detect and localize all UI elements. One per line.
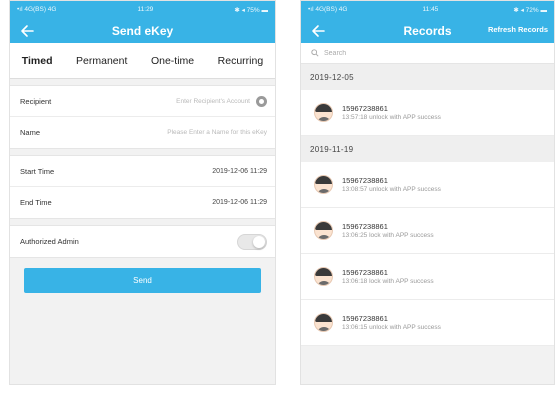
tab-permanent[interactable]: Permanent <box>76 55 127 67</box>
record-phone: 15967238861 <box>342 268 388 277</box>
send-ekey-header: •ıl 4G(BS) 4G 11:29 ✱ ◂ 75% ▬ Send eKey <box>10 1 275 43</box>
status-bar: •ıl 4G(BS) 4G 11:29 ✱ ◂ 75% ▬ <box>10 1 275 18</box>
start-time-row[interactable]: Start Time 2019-12-06 11:29 <box>10 156 275 187</box>
page-title: Send eKey <box>111 23 174 38</box>
status-battery: ✱ ◂ 72% ▬ <box>513 6 547 14</box>
back-arrow-icon[interactable] <box>310 23 326 39</box>
start-time-label: Start Time <box>20 166 55 176</box>
recipient-input[interactable] <box>110 97 250 105</box>
end-time-row[interactable]: End Time 2019-12-06 11:29 <box>10 187 275 218</box>
start-time-value[interactable]: 2019-12-06 11:29 <box>212 168 267 175</box>
record-text: 15967238861 13:57:18 unlock with APP suc… <box>342 104 441 121</box>
status-time: 11:29 <box>137 6 154 13</box>
record-text: 15967238861 13:06:18 lock with APP succe… <box>342 268 434 285</box>
name-input[interactable] <box>107 129 267 136</box>
status-carrier: •ıl 4G(BS) 4G <box>308 6 348 13</box>
record-detail: 13:06:25 lock with APP success <box>342 232 434 239</box>
avatar-shirt <box>317 281 331 285</box>
record-text: 15967238861 13:08:57 unlock with APP suc… <box>342 176 441 193</box>
nav-bar: Send eKey <box>10 18 275 43</box>
time-group: Start Time 2019-12-06 11:29 End Time 201… <box>10 155 275 219</box>
toggle-knob <box>253 235 265 248</box>
authorized-admin-row: Authorized Admin <box>10 226 275 257</box>
page-title: Records <box>403 23 452 38</box>
tab-one-time[interactable]: One-time <box>151 55 194 67</box>
avatar-hair <box>315 176 332 184</box>
record-phone: 15967238861 <box>342 314 388 323</box>
record-text: 15967238861 13:06:25 lock with APP succe… <box>342 222 434 239</box>
record-item[interactable]: 15967238861 13:06:18 lock with APP succe… <box>301 254 554 300</box>
record-text: 15967238861 13:06:15 unlock with APP suc… <box>342 314 441 331</box>
avatar-hair <box>315 268 332 276</box>
record-phone: 15967238861 <box>342 176 388 185</box>
avatar-hair <box>315 222 332 230</box>
tab-timed[interactable]: Timed <box>22 55 53 67</box>
status-time: 11:45 <box>422 6 439 13</box>
avatar-shirt <box>317 235 331 239</box>
avatar-shirt <box>317 189 331 193</box>
record-phone: 15967238861 <box>342 222 388 231</box>
authorized-admin-toggle[interactable] <box>237 233 267 250</box>
records-header: •ıl 4G(BS) 4G 11:45 ✱ ◂ 72% ▬ Records Re… <box>301 1 554 43</box>
refresh-records-button[interactable]: Refresh Records <box>488 25 548 34</box>
end-time-value[interactable]: 2019-12-06 11:29 <box>212 199 267 206</box>
ekey-type-tabs: Timed Permanent One-time Recurring <box>10 43 275 79</box>
avatar <box>314 267 333 286</box>
send-button[interactable]: Send <box>24 268 261 293</box>
avatar <box>314 175 333 194</box>
name-label: Name <box>20 128 41 137</box>
record-detail: 13:06:18 lock with APP success <box>342 278 434 285</box>
record-item[interactable]: 15967238861 13:06:15 unlock with APP suc… <box>301 300 554 346</box>
search-icon <box>311 49 319 57</box>
recipient-controls <box>110 95 267 107</box>
recipient-label: Recipient <box>20 96 52 106</box>
avatar <box>314 221 333 240</box>
record-detail: 13:57:18 unlock with APP success <box>342 114 441 121</box>
records-screen: •ıl 4G(BS) 4G 11:45 ✱ ◂ 72% ▬ Records Re… <box>300 0 555 385</box>
avatar <box>314 313 333 332</box>
date-header: 2019-11-19 <box>301 136 554 162</box>
status-carrier: •ıl 4G(BS) 4G <box>17 6 57 13</box>
authorized-admin-label: Authorized Admin <box>20 237 79 246</box>
avatar-shirt <box>317 117 331 121</box>
record-phone: 15967238861 <box>342 104 388 113</box>
admin-group: Authorized Admin <box>10 225 275 258</box>
search-bar <box>301 43 554 64</box>
date-header: 2019-12-05 <box>301 64 554 90</box>
record-item[interactable]: 15967238861 13:08:57 unlock with APP suc… <box>301 162 554 208</box>
send-ekey-screen: •ıl 4G(BS) 4G 11:29 ✱ ◂ 75% ▬ Send eKey … <box>9 0 276 385</box>
status-battery: ✱ ◂ 75% ▬ <box>234 6 268 14</box>
contacts-icon[interactable] <box>256 95 267 107</box>
record-item[interactable]: 15967238861 13:57:18 unlock with APP suc… <box>301 90 554 136</box>
record-detail: 13:08:57 unlock with APP success <box>342 186 441 193</box>
nav-bar: Records Refresh Records <box>301 18 554 43</box>
avatar-hair <box>315 314 332 322</box>
recipient-row: Recipient <box>10 86 275 117</box>
avatar-shirt <box>317 327 331 331</box>
record-item[interactable]: 15967238861 13:06:25 lock with APP succe… <box>301 208 554 254</box>
status-bar: •ıl 4G(BS) 4G 11:45 ✱ ◂ 72% ▬ <box>301 1 554 18</box>
search-input[interactable] <box>324 49 524 57</box>
back-arrow-icon[interactable] <box>19 23 35 39</box>
end-time-label: End Time <box>20 198 52 207</box>
name-row: Name <box>10 117 275 148</box>
avatar <box>314 103 333 122</box>
record-detail: 13:06:15 unlock with APP success <box>342 324 441 331</box>
avatar-hair <box>315 104 332 112</box>
tab-recurring[interactable]: Recurring <box>218 55 264 67</box>
recipient-group: Recipient Name <box>10 85 275 149</box>
